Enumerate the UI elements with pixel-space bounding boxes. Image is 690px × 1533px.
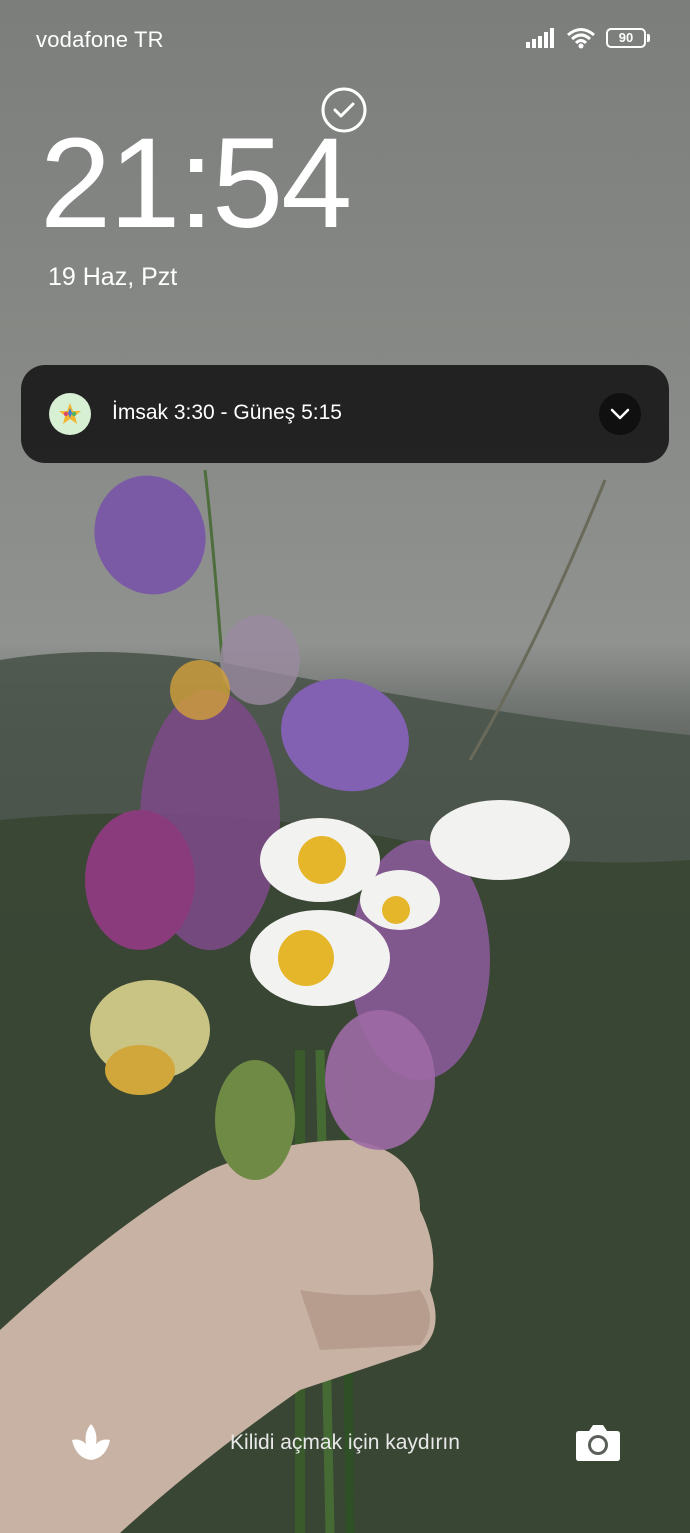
chevron-down-icon [610,408,630,420]
notification-text: İmsak 3:30 - Güneş 5:15 [112,401,342,424]
clock-time: 21:54 [40,112,352,255]
notification-card[interactable]: İmsak 3:30 - Güneş 5:15 [21,365,669,463]
app-star-icon [49,393,91,435]
camera-icon[interactable] [574,1421,622,1465]
battery-icon: 90 [606,26,650,50]
wifi-icon [567,28,595,49]
signal-icon [526,28,554,48]
status-bar: vodafone TR 90 [0,0,690,80]
carrier-name: vodafone TR [36,27,164,52]
battery-level: 90 [618,30,634,45]
notification-expand-button[interactable] [599,393,641,435]
clock-date: 19 Haz, Pzt [48,263,178,291]
status-icons: 90 [526,26,650,50]
